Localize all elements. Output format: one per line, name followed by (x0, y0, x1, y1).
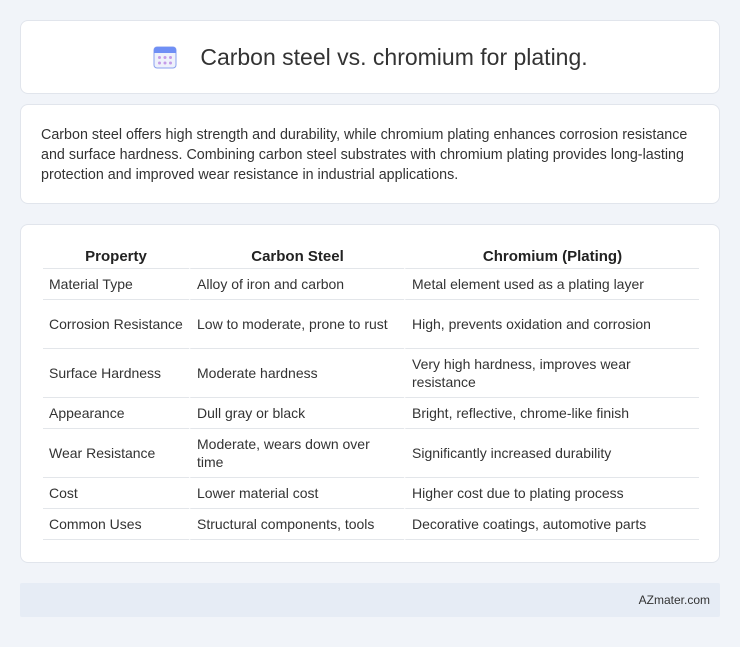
table-header-row: Property Carbon Steel Chromium (Plating) (43, 245, 699, 269)
cell-property: Corrosion Resistance (43, 300, 189, 349)
table-row: Surface Hardness Moderate hardness Very … (43, 349, 699, 398)
title-card: Carbon steel vs. chromium for plating. (20, 20, 720, 94)
cell-carbon-steel: Dull gray or black (189, 398, 404, 429)
cell-chromium: Bright, reflective, chrome-like finish (404, 398, 699, 429)
comparison-table: Property Carbon Steel Chromium (Plating)… (43, 245, 699, 540)
header-chromium: Chromium (Plating) (404, 245, 699, 269)
cell-chromium: Metal element used as a plating layer (404, 269, 699, 300)
cell-property: Appearance (43, 398, 189, 429)
cell-property: Surface Hardness (43, 349, 189, 398)
cell-chromium: High, prevents oxidation and corrosion (404, 300, 699, 349)
page-title: Carbon steel vs. chromium for plating. (200, 43, 588, 70)
cell-carbon-steel: Structural components, tools (189, 509, 404, 540)
footer-brand[interactable]: AZmater.com (639, 593, 710, 607)
table-row: Cost Lower material cost Higher cost due… (43, 478, 699, 509)
table-row: Common Uses Structural components, tools… (43, 509, 699, 540)
cell-carbon-steel: Moderate hardness (189, 349, 404, 398)
cell-chromium: Higher cost due to plating process (404, 478, 699, 509)
cell-property: Wear Resistance (43, 429, 189, 478)
cell-property: Common Uses (43, 509, 189, 540)
summary-text: Carbon steel offers high strength and du… (41, 127, 688, 183)
calendar-icon (152, 44, 178, 70)
cell-chromium: Decorative coatings, automotive parts (404, 509, 699, 540)
table-row: Appearance Dull gray or black Bright, re… (43, 398, 699, 429)
comparison-table-card: Property Carbon Steel Chromium (Plating)… (20, 224, 720, 563)
summary-card: Carbon steel offers high strength and du… (20, 104, 720, 204)
cell-chromium: Significantly increased durability (404, 429, 699, 478)
cell-carbon-steel: Low to moderate, prone to rust (189, 300, 404, 349)
cell-carbon-steel: Moderate, wears down over time (189, 429, 404, 478)
table-row: Material Type Alloy of iron and carbon M… (43, 269, 699, 300)
header-property: Property (43, 245, 189, 269)
cell-carbon-steel: Lower material cost (189, 478, 404, 509)
header-carbon-steel: Carbon Steel (189, 245, 404, 269)
cell-chromium: Very high hardness, improves wear resist… (404, 349, 699, 398)
table-row: Corrosion Resistance Low to moderate, pr… (43, 300, 699, 349)
cell-property: Cost (43, 478, 189, 509)
cell-property: Material Type (43, 269, 189, 300)
cell-carbon-steel: Alloy of iron and carbon (189, 269, 404, 300)
table-row: Wear Resistance Moderate, wears down ove… (43, 429, 699, 478)
footer: AZmater.com (20, 583, 720, 617)
